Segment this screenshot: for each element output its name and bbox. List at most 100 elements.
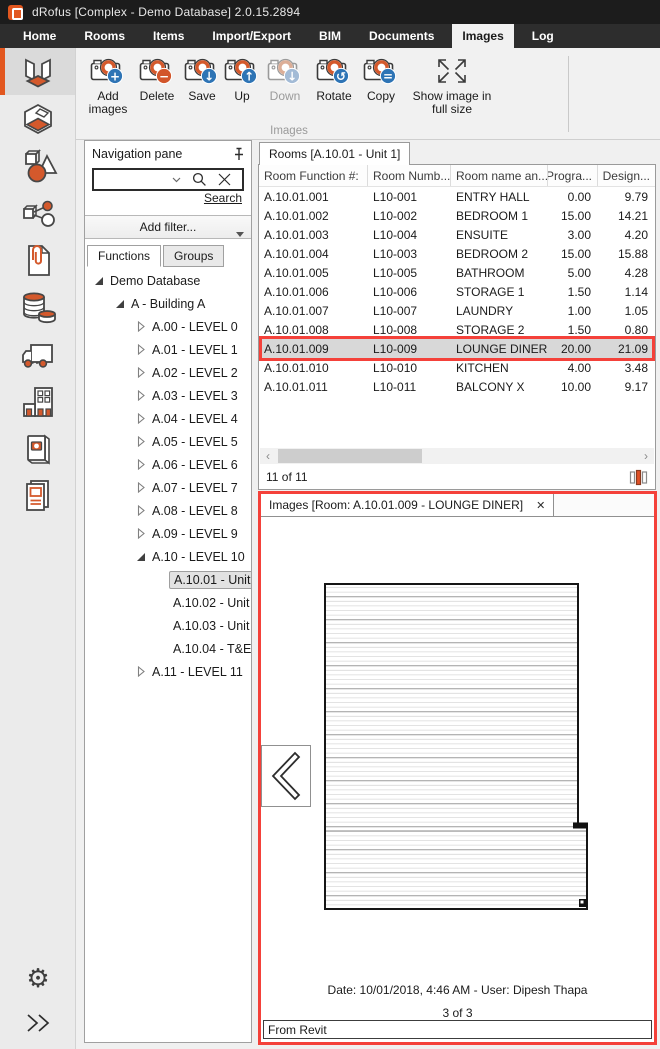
tree-node-label[interactable]: A.11 - LEVEL 11 (148, 664, 247, 680)
image-caption-field[interactable]: From Revit (263, 1020, 652, 1039)
menu-item-images[interactable]: Images (452, 24, 513, 48)
clear-search-icon[interactable] (218, 173, 231, 186)
tree-node[interactable]: A.08 - LEVEL 8 (85, 499, 251, 522)
search-input[interactable] (94, 171, 172, 188)
search-box[interactable] (92, 168, 244, 191)
scrollbar-thumb[interactable] (278, 449, 422, 463)
sidebar-item-systems[interactable] (0, 189, 75, 236)
table-row-A.10.01.009[interactable]: A.10.01.009L10-009LOUNGE DINER20.0021.09 (259, 339, 655, 358)
tree-collapsed-icon[interactable] (133, 482, 148, 493)
show-image-in-full-size-button[interactable]: Show image in full size (404, 54, 500, 116)
tree-collapsed-icon[interactable] (133, 528, 148, 539)
tree-collapsed-icon[interactable] (133, 413, 148, 424)
tree-node[interactable]: A.10.01 - Unit 1 (85, 568, 251, 591)
close-icon[interactable]: ✕ (536, 499, 545, 512)
menu-item-log[interactable]: Log (522, 24, 564, 48)
tree-expanded-icon[interactable] (112, 299, 127, 309)
tree-node-label[interactable]: A.07 - LEVEL 7 (148, 480, 242, 496)
nav-tab-functions[interactable]: Functions (87, 245, 161, 267)
tree-node-label[interactable]: A.00 - LEVEL 0 (148, 319, 242, 335)
tree-node-label[interactable]: A.10.01 - Unit 1 (169, 571, 251, 589)
room-plan-image[interactable] (322, 581, 590, 916)
rotate-button[interactable]: ↺ Rotate (310, 54, 358, 103)
tree-collapsed-icon[interactable] (133, 344, 148, 355)
tree-node-label[interactable]: A.05 - LEVEL 5 (148, 434, 242, 450)
table-row-A.10.01.004[interactable]: A.10.01.004L10-003BEDROOM 215.0015.88 (259, 244, 655, 263)
sidebar-item-finance[interactable] (0, 283, 75, 330)
tree-node-label[interactable]: A.08 - LEVEL 8 (148, 503, 242, 519)
tree-node[interactable]: A.06 - LEVEL 6 (85, 453, 251, 476)
save-button[interactable]: ↓ Save (182, 54, 222, 103)
sidebar-item-products[interactable] (0, 142, 75, 189)
sidebar-item-attachments[interactable] (0, 236, 75, 283)
column-header-4[interactable]: Progra... (548, 165, 598, 186)
tree-collapsed-icon[interactable] (133, 505, 148, 516)
tree-node-label[interactable]: Demo Database (106, 273, 204, 289)
tree-node-label[interactable]: A.04 - LEVEL 4 (148, 411, 242, 427)
tree-expanded-icon[interactable] (91, 276, 106, 286)
tree-node[interactable]: A.10.03 - Unit 3 (85, 614, 251, 637)
tree-node[interactable]: A.11 - LEVEL 11 (85, 660, 251, 683)
add-filter-dropdown[interactable]: Add filter... (85, 215, 251, 239)
tree-collapsed-icon[interactable] (133, 666, 148, 677)
previous-image-button[interactable] (261, 745, 311, 807)
tree-collapsed-icon[interactable] (133, 367, 148, 378)
menu-item-bim[interactable]: BIM (309, 24, 351, 48)
search-dropdown-caret-icon[interactable] (172, 177, 181, 183)
scroll-right-arrow[interactable]: › (638, 448, 654, 464)
delete-button[interactable]: − Delete (134, 54, 180, 103)
sidebar-item-logistics[interactable] (0, 330, 75, 377)
menu-item-rooms[interactable]: Rooms (74, 24, 135, 48)
tree-node-label[interactable]: A.10 - LEVEL 10 (148, 549, 249, 565)
column-header-2[interactable]: Room Numb... (368, 165, 451, 186)
tree-node[interactable]: A.10.04 - T&E (85, 637, 251, 660)
table-row-A.10.01.005[interactable]: A.10.01.005L10-005BATHROOM5.004.28 (259, 263, 655, 282)
tree-expanded-icon[interactable] (133, 552, 148, 562)
sidebar-item-rooms[interactable] (0, 48, 75, 95)
room-panel-icon[interactable] (629, 469, 648, 486)
menu-item-home[interactable]: Home (13, 24, 66, 48)
tree-node[interactable]: A.02 - LEVEL 2 (85, 361, 251, 384)
tree-collapsed-icon[interactable] (133, 390, 148, 401)
pin-icon[interactable] (233, 147, 245, 161)
rooms-tab[interactable]: Rooms [A.10.01 - Unit 1] (259, 142, 410, 165)
tree-node[interactable]: Demo Database (85, 269, 251, 292)
nav-tab-groups[interactable]: Groups (163, 245, 224, 267)
tree-node-label[interactable]: A - Building A (127, 296, 209, 312)
sidebar-item-reports[interactable] (0, 471, 75, 518)
tree-collapsed-icon[interactable] (133, 459, 148, 470)
table-row-A.10.01.001[interactable]: A.10.01.001L10-001ENTRY HALL0.009.79 (259, 187, 655, 206)
tree-node[interactable]: A.10.02 - Unit 2 (85, 591, 251, 614)
column-header-1[interactable]: Room Function #: (259, 165, 368, 186)
table-row-A.10.01.008[interactable]: A.10.01.008L10-008STORAGE 21.500.80 (259, 320, 655, 339)
tree-collapsed-icon[interactable] (133, 321, 148, 332)
tree-node[interactable]: A.10 - LEVEL 10 (85, 545, 251, 568)
search-link[interactable]: Search (204, 191, 242, 205)
tree-node[interactable]: A.00 - LEVEL 0 (85, 315, 251, 338)
images-tab[interactable]: Images [Room: A.10.01.009 - LOUNGE DINER… (261, 494, 554, 516)
menu-item-documents[interactable]: Documents (359, 24, 444, 48)
settings-button[interactable]: ⚙ (0, 965, 76, 991)
tree-node[interactable]: A.05 - LEVEL 5 (85, 430, 251, 453)
table-row-A.10.01.010[interactable]: A.10.01.010L10-010KITCHEN4.003.48 (259, 358, 655, 377)
scrollbar-track[interactable] (276, 448, 638, 464)
tree-node[interactable]: A.09 - LEVEL 9 (85, 522, 251, 545)
column-header-5[interactable]: Design... (598, 165, 655, 186)
tree-node-label[interactable]: A.10.04 - T&E (169, 641, 251, 657)
column-header-3[interactable]: Room name an... (451, 165, 548, 186)
tree-node-label[interactable]: A.03 - LEVEL 3 (148, 388, 242, 404)
horizontal-scrollbar[interactable]: ‹ › (260, 448, 654, 464)
menu-item-items[interactable]: Items (143, 24, 194, 48)
tree-node-label[interactable]: A.01 - LEVEL 1 (148, 342, 242, 358)
scroll-left-arrow[interactable]: ‹ (260, 448, 276, 464)
tree-node-label[interactable]: A.09 - LEVEL 9 (148, 526, 242, 542)
table-row-A.10.01.003[interactable]: A.10.01.003L10-004ENSUITE3.004.20 (259, 225, 655, 244)
menu-item-import-export[interactable]: Import/Export (202, 24, 301, 48)
tree-collapsed-icon[interactable] (133, 436, 148, 447)
tree-node-label[interactable]: A.06 - LEVEL 6 (148, 457, 242, 473)
expand-sidebar-button[interactable] (0, 1013, 76, 1033)
tree-node[interactable]: A.04 - LEVEL 4 (85, 407, 251, 430)
tree-node[interactable]: A.07 - LEVEL 7 (85, 476, 251, 499)
add-images-button[interactable]: + Add images (84, 54, 132, 116)
tree-node-label[interactable]: A.10.02 - Unit 2 (169, 595, 251, 611)
